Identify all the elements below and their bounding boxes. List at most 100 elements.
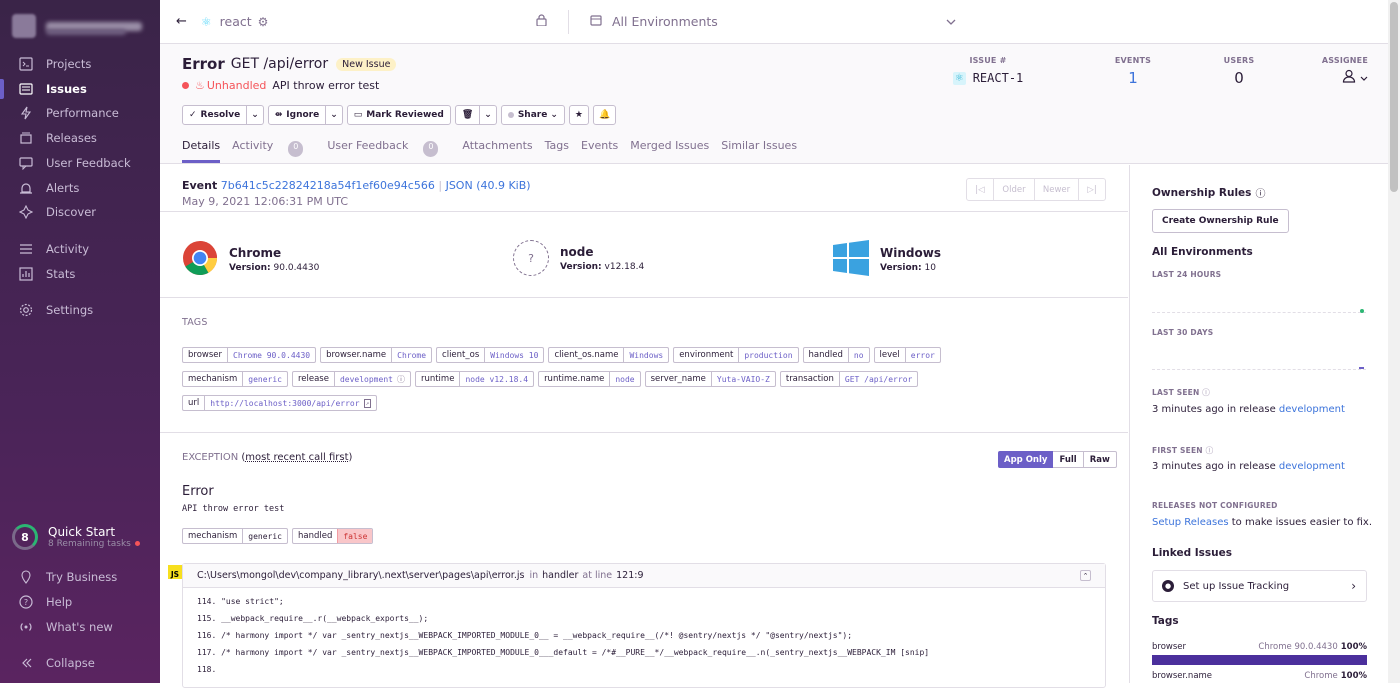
- external-link-icon[interactable]: ↗: [363, 398, 372, 408]
- last-30-days-chart: [1152, 367, 1366, 370]
- help-icon: ?: [18, 595, 33, 610]
- tag[interactable]: mechanism generic: [182, 528, 288, 544]
- delete-dropdown-button[interactable]: ⌄: [480, 105, 497, 125]
- tag-transaction[interactable]: transaction GET /api/error: [779, 371, 919, 387]
- setup-issue-tracking-button[interactable]: ● Set up Issue Tracking ›: [1152, 570, 1367, 602]
- last-24-hours-label: LAST 24 HOURS: [1152, 270, 1222, 279]
- sidebar-item-activity[interactable]: Activity: [0, 237, 160, 261]
- ignore-button[interactable]: ⇴ Ignore: [267, 105, 327, 125]
- sidebar-item-performance[interactable]: Performance: [0, 101, 160, 125]
- tags-section: TAGS browser Chrome 90.0.4430 browser.name…: [160, 298, 1128, 433]
- newer-event-button[interactable]: Newer: [1035, 179, 1079, 200]
- tab-similar-issues[interactable]: Similar Issues: [721, 139, 797, 163]
- tag-runtime[interactable]: runtime node v12.18.4: [414, 371, 535, 387]
- full-button[interactable]: Full: [1053, 451, 1084, 468]
- page-scrollbar[interactable]: [1388, 0, 1400, 683]
- sidebar-item-alerts[interactable]: Alerts: [0, 176, 160, 200]
- sidebar-item-discover[interactable]: Discover: [0, 200, 160, 224]
- raw-button[interactable]: Raw: [1083, 451, 1117, 468]
- sidebar-item-help[interactable]: ? Help: [0, 590, 160, 614]
- sidebar-item-try-business[interactable]: Try Business: [0, 565, 160, 589]
- project-settings-icon[interactable]: ⚙: [258, 15, 269, 29]
- tag-level[interactable]: level error: [873, 347, 941, 363]
- sidebar-item-what-s-new[interactable]: What's new: [0, 615, 160, 639]
- org-switcher[interactable]: [12, 14, 142, 38]
- scrollbar-thumb[interactable]: [1390, 2, 1398, 192]
- tab-user-feedback[interactable]: User Feedback 0: [327, 139, 450, 163]
- project-name[interactable]: react: [220, 14, 252, 29]
- tab-details[interactable]: Details: [182, 139, 221, 163]
- tag-browser[interactable]: browser Chrome 90.0.4430: [182, 347, 317, 363]
- tab-merged-issues[interactable]: Merged Issues: [630, 139, 709, 163]
- info-icon[interactable]: ⓘ: [397, 374, 405, 385]
- environment-title: All Environments: [1152, 246, 1253, 258]
- tab-attachments[interactable]: Attachments: [462, 139, 532, 163]
- environment-selector[interactable]: All Environments: [590, 14, 956, 29]
- events-count[interactable]: 1: [1093, 69, 1173, 87]
- exception-type: Error: [182, 484, 214, 499]
- windows-icon: [833, 240, 869, 279]
- delete-button[interactable]: 🗑: [454, 105, 481, 125]
- oldest-event-button[interactable]: |◁: [967, 179, 994, 200]
- quick-start[interactable]: 8 Quick Start 8 Remaining tasks: [12, 524, 140, 550]
- subscribe-button[interactable]: 🔔: [592, 105, 617, 125]
- tab-events[interactable]: Events: [581, 139, 618, 163]
- tag-distribution-browser[interactable]: browser Chrome 90.0.4430 100% browser.na…: [1152, 642, 1367, 681]
- collapse-frame-icon[interactable]: ⌃: [1080, 570, 1091, 581]
- back-arrow-icon[interactable]: ←: [176, 14, 187, 29]
- share-button[interactable]: Share ⌄: [500, 105, 565, 125]
- tag-runtime-name[interactable]: runtime.name node: [538, 371, 641, 387]
- ignore-dropdown-button[interactable]: ⌄: [326, 105, 343, 125]
- tab-tags[interactable]: Tags: [545, 139, 569, 163]
- toggle-order-link[interactable]: most recent call first: [245, 452, 348, 463]
- sidebar-item-label: Discover: [46, 205, 97, 219]
- tag[interactable]: handled false: [291, 528, 374, 544]
- sidebar-item-releases[interactable]: Releases: [0, 126, 160, 150]
- sidebar-item-collapse[interactable]: Collapse: [0, 651, 160, 675]
- tag-client-os-name[interactable]: client_os.name Windows: [548, 347, 670, 363]
- mark-reviewed-button[interactable]: ▭ Mark Reviewed: [346, 105, 451, 125]
- lock-icon[interactable]: [536, 14, 547, 29]
- sidebar-item-issues[interactable]: Issues: [0, 77, 160, 101]
- context-name: Chrome: [229, 246, 282, 260]
- event-json-link[interactable]: JSON (40.9 KiB): [446, 179, 531, 192]
- issue-number-label: ISSUE #: [969, 56, 1007, 65]
- sidebar-item-projects[interactable]: Projects: [0, 52, 160, 76]
- release-link[interactable]: development: [1279, 461, 1345, 472]
- app-only-button[interactable]: App Only: [998, 451, 1054, 468]
- org-logo: [12, 14, 36, 38]
- calendar-icon: [590, 14, 602, 29]
- last-seen-label: LAST SEEN: [1152, 388, 1200, 397]
- stats-icon: [18, 267, 33, 282]
- older-event-button[interactable]: Older: [994, 179, 1035, 200]
- tag-server-name[interactable]: server_name Yuta-VAIO-Z: [644, 371, 776, 387]
- tag-release[interactable]: release development ⓘ: [291, 371, 411, 387]
- help-icon[interactable]: ⓘ: [1255, 185, 1265, 200]
- assignee-selector[interactable]: [1310, 69, 1368, 86]
- tag-mechanism[interactable]: mechanism generic: [182, 371, 288, 387]
- unhandled-label: Unhandled: [206, 79, 267, 92]
- tag-environment[interactable]: environment production: [673, 347, 799, 363]
- alert-dot-icon: [134, 541, 140, 546]
- bookmark-button[interactable]: ★: [568, 105, 589, 125]
- tag-handled[interactable]: handled no: [802, 347, 870, 363]
- code-line: 114. "use strict";: [197, 597, 284, 606]
- tab-activity[interactable]: Activity 0: [232, 139, 315, 163]
- issue-sidebar: Ownership Rules ⓘ Create Ownership Rule …: [1129, 165, 1388, 683]
- create-ownership-rule-button[interactable]: Create Ownership Rule: [1152, 209, 1289, 233]
- setup-releases-link[interactable]: Setup Releases: [1152, 517, 1229, 528]
- context-browser: Chrome Version: 90.0.4430: [182, 240, 319, 279]
- resolve-button[interactable]: ✓ Resolve: [182, 105, 248, 125]
- frame-header[interactable]: C:\Users\mongol\dev\company_library\.nex…: [183, 564, 1105, 588]
- sidebar-item-user-feedback[interactable]: User Feedback: [0, 151, 160, 175]
- newest-event-button[interactable]: ▷|: [1079, 179, 1105, 200]
- tag-client-os[interactable]: client_os Windows 10: [436, 347, 545, 363]
- sidebar-item-settings[interactable]: Settings: [0, 298, 160, 322]
- tag-url[interactable]: url http://localhost:3000/api/error ↗: [182, 395, 378, 411]
- tag-browser-name[interactable]: browser.name Chrome: [320, 347, 433, 363]
- tags-title: Tags: [1152, 615, 1179, 627]
- event-id-link[interactable]: 7b641c5c22824218a54f1ef60e94c566: [221, 179, 435, 192]
- release-link[interactable]: development: [1279, 404, 1345, 415]
- resolve-dropdown-button[interactable]: ⌄: [247, 105, 264, 125]
- sidebar-item-stats[interactable]: Stats: [0, 262, 160, 286]
